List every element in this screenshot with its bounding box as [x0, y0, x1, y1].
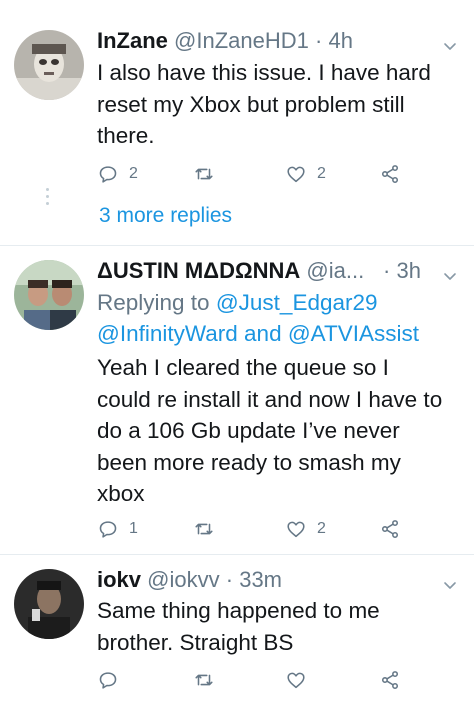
- timestamp[interactable]: 3h: [396, 258, 420, 283]
- reply-icon: [99, 166, 117, 183]
- retweet-icon: [195, 168, 213, 180]
- tweet-actions: 1 2: [97, 517, 417, 541]
- separator-dot: ·: [225, 567, 234, 592]
- reply-count: 2: [129, 165, 138, 182]
- replying-to-label: Replying to: [97, 290, 216, 315]
- mention-link[interactable]: @ATVIAssist: [288, 321, 419, 346]
- reply-button[interactable]: 2: [97, 162, 138, 186]
- chevron-down-icon[interactable]: [442, 268, 458, 284]
- tweet-text: I also have this issue. I have hard rese…: [97, 57, 444, 152]
- retweet-button[interactable]: [193, 162, 215, 186]
- tweet-text-line: Yeah I cleared the queue so I: [97, 355, 389, 380]
- share-button[interactable]: [379, 517, 401, 541]
- reply-button[interactable]: [97, 668, 119, 692]
- user-handle[interactable]: @iokvv: [147, 567, 219, 592]
- avatar-image: [14, 30, 84, 100]
- like-count: 2: [317, 165, 326, 182]
- separator-dot: ·: [315, 28, 323, 53]
- tweet-text-line: brother. Straight BS: [97, 629, 294, 655]
- reply-count: 1: [129, 520, 138, 537]
- tweet-text-line: I also have this issue. I have hard: [97, 60, 431, 85]
- heart-icon: [287, 521, 305, 538]
- avatar[interactable]: [14, 260, 84, 330]
- retweet-icon: [195, 523, 213, 535]
- reply-icon: [99, 672, 117, 689]
- replying-to-and[interactable]: and: [238, 321, 288, 346]
- display-name[interactable]: InZane: [97, 28, 168, 53]
- chevron-down-icon[interactable]: [442, 577, 458, 593]
- tweet-text-line: could re install it and now I have to: [97, 386, 443, 412]
- heart-icon: [287, 166, 305, 183]
- like-button[interactable]: 2: [285, 162, 326, 186]
- retweet-button[interactable]: [193, 517, 215, 541]
- tweet-text-line: do a 106 Gb update I’ve never: [97, 418, 400, 443]
- share-icon: [381, 165, 399, 183]
- tweet-text-line: there.: [97, 123, 155, 148]
- tweet-text-line: xbox: [97, 481, 145, 506]
- tweet-text: Same thing happened to me brother. Strai…: [97, 595, 444, 658]
- timestamp[interactable]: 4h: [328, 28, 352, 53]
- share-button[interactable]: [379, 668, 401, 692]
- tweet-inzane[interactable]: InZane @InZaneHD1 · 4h I also have this …: [0, 0, 474, 248]
- tweet-text: Yeah I cleared the queue so I could re i…: [97, 352, 454, 510]
- retweet-icon: [195, 674, 213, 686]
- share-icon: [381, 671, 399, 689]
- show-more-replies-link[interactable]: 3 more replies: [99, 202, 232, 230]
- display-name[interactable]: ΔUSTIN MΔDΩNNA: [97, 258, 300, 283]
- tweet-iokv[interactable]: iokv @iokvv · 33m Same thing happened to…: [0, 555, 474, 718]
- mention-link[interactable]: @Just_Edgar29: [216, 290, 378, 315]
- share-icon: [381, 520, 399, 538]
- display-name[interactable]: iokv: [97, 567, 141, 592]
- reply-icon: [99, 521, 117, 538]
- replying-to-continued: @InfinityWard and @ATVIAssist: [97, 318, 419, 350]
- mention-link[interactable]: @InfinityWard: [97, 321, 238, 346]
- separator-dot: ·: [383, 258, 391, 283]
- tweet-actions: 2 2: [97, 162, 417, 186]
- tweet-actions: [97, 668, 417, 692]
- tweet-austin-madonna[interactable]: ΔUSTIN MΔDΩNNA @ia... · 3h Replying to @…: [0, 246, 474, 551]
- avatar-image: [14, 569, 84, 639]
- like-button[interactable]: 2: [285, 517, 326, 541]
- user-handle[interactable]: @InZaneHD1: [174, 28, 309, 53]
- tweet-header: InZane @InZaneHD1 · 4h: [97, 27, 462, 55]
- retweet-button[interactable]: [193, 668, 215, 692]
- thread-connector: [46, 188, 50, 209]
- tweet-text-line: been more ready to smash my: [97, 449, 401, 475]
- reply-button[interactable]: 1: [97, 517, 138, 541]
- avatar-image: [14, 260, 84, 330]
- avatar[interactable]: [14, 30, 84, 100]
- tweet-time: · 3h: [383, 257, 421, 285]
- tweet-text-line: reset my Xbox but problem still: [97, 91, 405, 117]
- avatar[interactable]: [14, 569, 84, 639]
- like-count: 2: [317, 520, 326, 537]
- replying-to: Replying to @Just_Edgar29: [97, 287, 378, 319]
- share-button[interactable]: [379, 162, 401, 186]
- like-button[interactable]: [285, 668, 307, 692]
- tweet-header: iokv @iokvv · 33m: [97, 566, 462, 594]
- chevron-down-icon[interactable]: [442, 38, 458, 54]
- tweet-text-line: Same thing happened to me: [97, 598, 380, 623]
- user-handle[interactable]: @ia...: [306, 258, 364, 283]
- heart-icon: [287, 672, 305, 689]
- timestamp[interactable]: 33m: [239, 567, 282, 592]
